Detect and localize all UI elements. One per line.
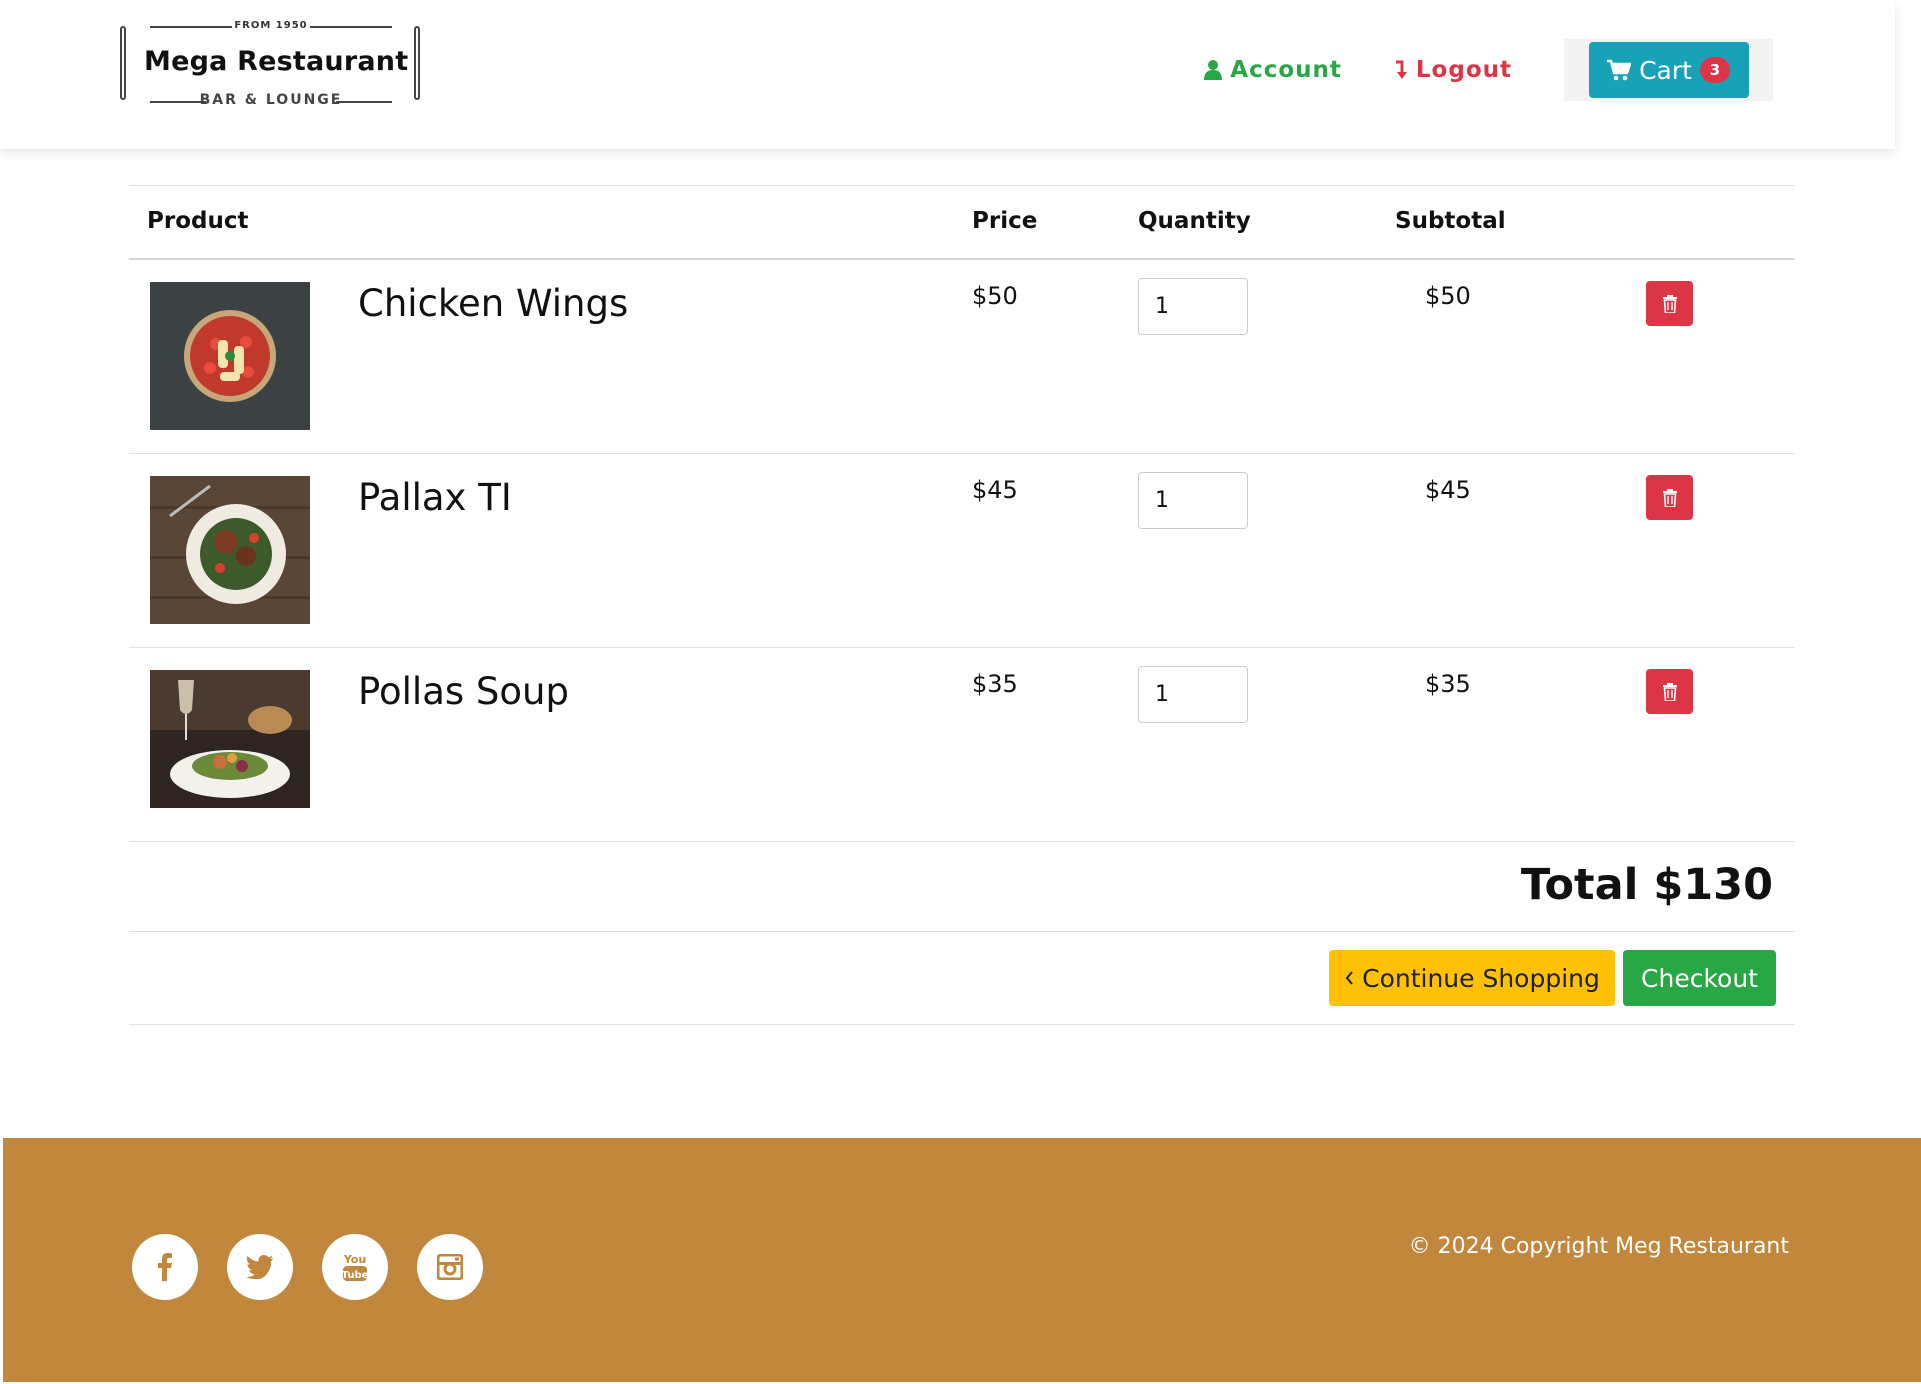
fork-icon [120,26,126,100]
facebook-icon [158,1253,172,1281]
trash-icon [1662,488,1677,507]
site-header: FROM 1950 Mega Restaurant BAR & LOUNGE A… [0,0,1895,149]
user-icon [1204,60,1223,80]
continue-shopping-label: Continue Shopping [1362,963,1600,993]
brand-logo[interactable]: FROM 1950 Mega Restaurant BAR & LOUNGE [120,20,422,110]
social-links: You Tube [132,1234,483,1300]
header-subtotal: Subtotal [1395,208,1506,234]
table-header: Product Price Quantity Subtotal [129,185,1795,260]
site-footer: You Tube © 2024 Copyright Meg Restaurant [3,1138,1921,1382]
product-name: Chicken Wings [358,282,629,325]
shopping-cart-icon [1607,59,1632,81]
action-row: Continue Shopping Checkout [129,932,1795,1025]
svg-text:You: You [343,1253,366,1266]
svg-text:Tube: Tube [342,1270,368,1281]
cart-total: Total $130 [1520,860,1773,910]
quantity-input[interactable] [1138,472,1248,529]
table-row: Pallax TI $45 $45 [129,454,1795,648]
logout-label: Logout [1415,57,1512,83]
product-image [150,476,310,624]
twitter-icon [246,1255,273,1279]
product-subtotal: $45 [1425,476,1471,504]
table-row: Chicken Wings $50 $50 [129,260,1795,454]
quantity-input[interactable] [1138,278,1248,335]
chevron-left-icon [1345,971,1353,985]
product-image [150,670,310,808]
header-price: Price [972,208,1038,234]
youtube-link[interactable]: You Tube [322,1234,388,1300]
checkout-button[interactable]: Checkout [1623,950,1776,1006]
header-product: Product [147,208,249,234]
cart-wrapper: Cart 3 [1564,39,1773,101]
delete-button[interactable] [1646,281,1693,326]
product-price: $50 [972,282,1018,310]
quantity-input[interactable] [1138,666,1248,723]
table-row: Pollas Soup $35 $35 [129,648,1795,842]
product-name: Pallax TI [358,476,512,519]
logout-icon [1395,60,1407,79]
continue-shopping-button[interactable]: Continue Shopping [1329,950,1615,1006]
cart-count-badge: 3 [1699,57,1730,83]
delete-button[interactable] [1646,475,1693,520]
total-row: Total $130 [129,842,1795,932]
main-nav: Account Logout Cart 3 [1204,39,1773,101]
brand-tagline: BAR & LOUNGE [199,92,343,108]
instagram-link[interactable] [417,1234,483,1300]
product-image [150,282,310,430]
product-price: $45 [972,476,1018,504]
copyright-text: © 2024 Copyright Meg Restaurant [1408,1234,1789,1259]
cart-button[interactable]: Cart 3 [1588,42,1749,98]
delete-button[interactable] [1646,669,1693,714]
youtube-icon: You Tube [342,1253,368,1281]
cart-label: Cart [1639,55,1692,85]
facebook-link[interactable] [132,1234,198,1300]
trash-icon [1662,682,1677,701]
cart-table: Product Price Quantity Subtotal Chicken … [129,185,1795,1025]
instagram-icon [437,1254,463,1280]
brand-name: Mega Restaurant [144,46,409,77]
product-name: Pollas Soup [358,670,569,713]
account-link[interactable]: Account [1204,57,1342,83]
account-label: Account [1230,57,1342,83]
product-subtotal: $50 [1425,282,1471,310]
header-quantity: Quantity [1138,208,1251,234]
logout-link[interactable]: Logout [1394,57,1512,83]
product-price: $35 [972,670,1018,698]
checkout-label: Checkout [1641,963,1758,993]
knife-icon [414,26,420,100]
trash-icon [1662,294,1677,313]
product-subtotal: $35 [1425,670,1471,698]
brand-from: FROM 1950 [234,20,308,31]
twitter-link[interactable] [227,1234,293,1300]
